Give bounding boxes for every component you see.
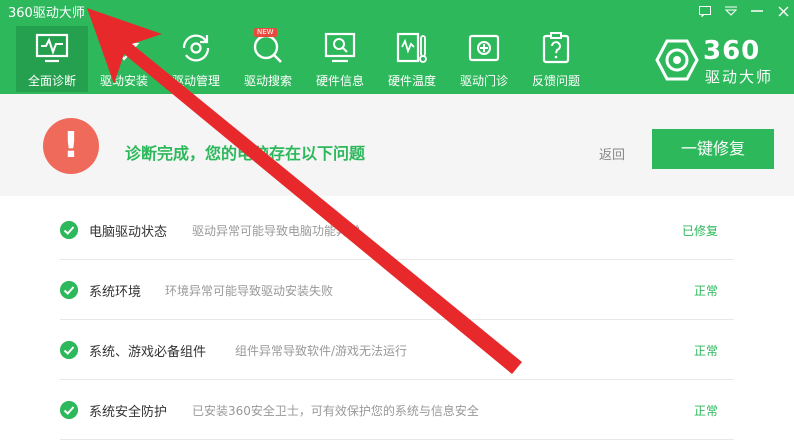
item-description: 已安装360安全卫士，可有效保护您的系统与信息安全	[192, 404, 479, 418]
item-status: 正常	[693, 404, 718, 418]
item-title: 系统安全防护	[89, 405, 168, 420]
annotation-arrow	[87, 8, 522, 374]
check-icon	[60, 401, 78, 419]
